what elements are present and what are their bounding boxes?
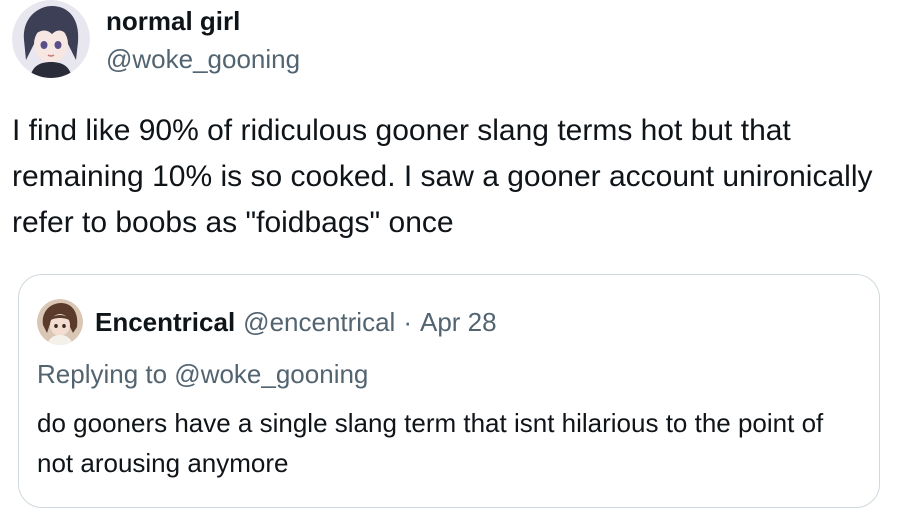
tweet: normal girl @woke_gooning I find like 90… bbox=[0, 0, 900, 523]
tweet-text: I find like 90% of ridiculous gooner sla… bbox=[12, 114, 873, 239]
replying-to-label: Replying to @woke_gooning bbox=[37, 359, 369, 389]
quoted-tweet-date[interactable]: Apr 28 bbox=[420, 307, 497, 338]
quoted-tweet[interactable]: Encentrical @encentrical · Apr 28 Replyi… bbox=[18, 274, 880, 508]
quoted-user-avatar-icon[interactable] bbox=[37, 299, 83, 345]
separator-dot: · bbox=[403, 306, 412, 337]
user-avatar-icon[interactable] bbox=[12, 0, 90, 78]
author-names: normal girl @woke_gooning bbox=[106, 0, 300, 76]
user-handle[interactable]: @woke_gooning bbox=[106, 42, 300, 76]
quoted-tweet-header: Encentrical @encentrical · Apr 28 bbox=[37, 299, 497, 345]
tweet-header: normal girl @woke_gooning bbox=[12, 0, 300, 84]
display-name[interactable]: normal girl bbox=[106, 4, 300, 38]
quoted-tweet-text: do gooners have a single slang term that… bbox=[37, 408, 824, 478]
quoted-user-handle[interactable]: @encentrical bbox=[243, 307, 395, 338]
quoted-display-name[interactable]: Encentrical bbox=[95, 307, 235, 338]
